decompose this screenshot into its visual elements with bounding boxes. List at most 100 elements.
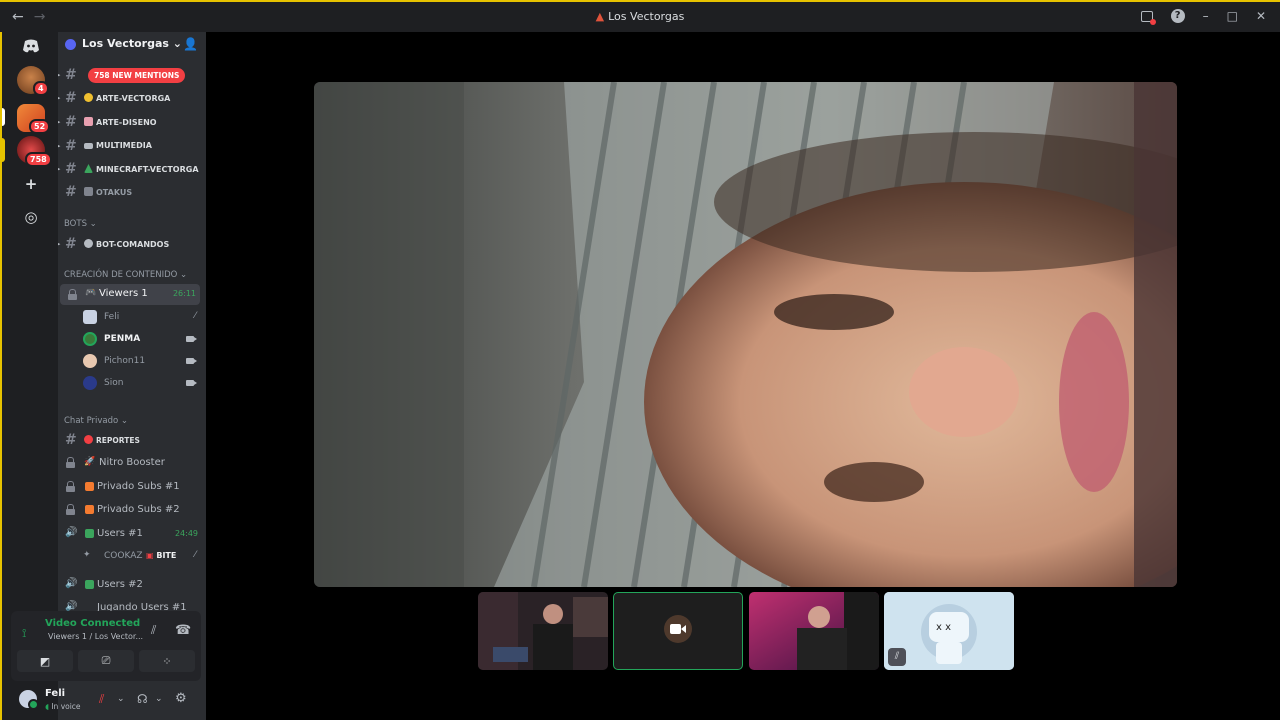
disconnect-icon[interactable]: ☎ xyxy=(175,623,191,638)
gear-icon[interactable]: ⚙ xyxy=(175,691,187,706)
category-bots[interactable]: BOTS ⌄ xyxy=(64,219,97,229)
voice-timer: 26:11 xyxy=(172,289,196,298)
rocket-emoji-icon: 🚀 xyxy=(84,457,96,467)
user-tag: ▣ BITE xyxy=(146,551,177,560)
video-tile-1[interactable] xyxy=(478,592,608,670)
camera-icon xyxy=(670,624,686,634)
caret-icon: ▶ xyxy=(58,118,60,126)
channel-label: BOT-COMANDOS xyxy=(84,239,169,249)
no-entry-emoji-icon xyxy=(84,435,93,444)
video-tile-2[interactable] xyxy=(613,592,743,670)
hash-icon: # xyxy=(65,67,77,83)
maximize-button[interactable]: □ xyxy=(1227,9,1238,23)
add-server-icon[interactable]: + xyxy=(21,174,41,194)
screen-share-button[interactable]: ⎚ xyxy=(78,650,134,672)
channel-arte-vectorga[interactable]: ▶ # ARTE-VECTORGA xyxy=(58,88,206,108)
hash-icon: # xyxy=(65,432,77,448)
discord-home-icon[interactable] xyxy=(19,36,43,56)
voice-user-pichon11[interactable]: Pichon11 xyxy=(58,352,206,372)
camera-off-button[interactable]: ◩ xyxy=(17,650,73,672)
main-video-feed[interactable] xyxy=(314,82,1177,587)
mic-options-chevron-icon[interactable]: ⌄ xyxy=(117,694,125,704)
user-emoji-icon: ✦ xyxy=(83,550,91,560)
title-bar: ← → ▲ Los Vectorgas ? – □ ✕ xyxy=(0,0,1280,32)
emoji-icon xyxy=(84,187,93,196)
camera-icon xyxy=(186,358,197,364)
channel-bot-comandos[interactable]: ▶ # BOT-COMANDOS xyxy=(58,234,206,254)
new-mentions-pill[interactable]: 758 NEW MENTIONS xyxy=(88,68,186,83)
window-title-wrap: ▲ Los Vectorgas xyxy=(0,10,1280,23)
bot-emoji-icon xyxy=(84,239,93,248)
voice-status-title[interactable]: Video Connected xyxy=(45,618,140,629)
green-square-icon xyxy=(85,529,94,538)
green-square-icon xyxy=(85,580,94,589)
activities-icon: ⁘ xyxy=(162,654,172,668)
signal-icon: ⟟ xyxy=(22,626,27,640)
mic-muted-icon[interactable]: ⫽ xyxy=(99,692,104,707)
orange-square-icon xyxy=(85,482,94,491)
active-server-pill xyxy=(2,138,5,162)
channel-users-1[interactable]: 🔊 Users #1 24:49 xyxy=(58,524,206,544)
add-member-icon[interactable]: 👤 xyxy=(183,37,198,51)
chevron-down-icon: ⌄ xyxy=(172,37,182,50)
emoji-icon xyxy=(84,117,93,126)
category-chat-privado[interactable]: Chat Privado ⌄ xyxy=(64,416,128,426)
hash-icon: # xyxy=(65,161,77,177)
channel-reportes[interactable]: # REPORTES xyxy=(58,430,206,450)
channel-label: ARTE-VECTORGA xyxy=(84,93,170,103)
tree-emoji-icon xyxy=(84,164,93,173)
channel-label: ARTE-DISENO xyxy=(84,117,157,127)
lock-icon xyxy=(66,457,75,468)
avatar[interactable] xyxy=(19,690,39,710)
channel-minecraft-vectorga[interactable]: ▶ # MINECRAFT-VECTORGA xyxy=(58,159,206,179)
headphones-icon[interactable]: ☊ xyxy=(137,692,148,706)
voice-user-feli[interactable]: Feli ⁄ xyxy=(58,308,206,328)
voice-status-icon: ◖ xyxy=(45,702,49,711)
caret-icon: ▶ xyxy=(58,71,60,79)
channel-privado-subs-1[interactable]: Privado Subs #1 xyxy=(58,477,206,497)
channel-nitro-booster[interactable]: 🚀 Nitro Booster xyxy=(58,453,206,473)
video-tile-3[interactable] xyxy=(749,592,879,670)
channel-users-2[interactable]: 🔊 Users #2 xyxy=(58,575,206,595)
guild-name: Los Vectorgas ⌄ xyxy=(82,37,182,50)
inbox-icon[interactable] xyxy=(1140,10,1156,25)
minimize-button[interactable]: – xyxy=(1203,9,1209,23)
explore-icon[interactable]: ◎ xyxy=(21,207,41,227)
voice-user-penma[interactable]: PENMA xyxy=(58,330,206,350)
channel-multimedia[interactable]: ▶ # MULTIMEDIA xyxy=(58,136,206,156)
emoji-icon xyxy=(84,93,93,102)
caret-icon: ▶ xyxy=(58,165,60,173)
video-frame xyxy=(314,82,1177,587)
video-tile-4[interactable]: x x ⫽ xyxy=(884,592,1014,670)
user-name: Feli xyxy=(104,312,120,322)
channel-privado-subs-2[interactable]: Privado Subs #2 xyxy=(58,500,206,520)
noise-suppression-icon[interactable]: ⫽ xyxy=(151,623,156,638)
guild-header[interactable]: Los Vectorgas ⌄ 👤 xyxy=(58,32,206,58)
voice-user-sion[interactable]: Sion xyxy=(58,374,206,394)
channel-otakus[interactable]: # OTAKUS xyxy=(58,182,206,202)
voice-user-cookaz[interactable]: ✦ COOKAZ ▣ BITE ⁄ xyxy=(58,547,206,567)
close-button[interactable]: ✕ xyxy=(1256,9,1266,23)
emoji-icon xyxy=(84,143,93,149)
audio-options-chevron-icon[interactable]: ⌄ xyxy=(155,694,163,704)
lock-icon xyxy=(68,289,77,300)
camera-icon xyxy=(186,336,197,342)
orange-square-icon xyxy=(85,505,94,514)
voice-channel-viewers[interactable]: 🎮 Viewers 1 26:11 xyxy=(60,284,200,305)
help-icon[interactable]: ? xyxy=(1170,9,1185,23)
profile-badge: 4 xyxy=(33,81,49,96)
server-pill xyxy=(2,108,5,126)
server1-badge: 52 xyxy=(29,119,51,134)
channel-label: Users #2 xyxy=(97,579,143,590)
voice-timer: 24:49 xyxy=(174,529,198,538)
activities-button[interactable]: ⁘ xyxy=(139,650,195,672)
category-creacion[interactable]: CREACIÓN DE CONTENIDO ⌄ xyxy=(64,270,187,280)
screen-share-icon: ⎚ xyxy=(101,654,111,667)
hash-icon: # xyxy=(65,114,77,130)
channel-label: MULTIMEDIA xyxy=(84,141,152,150)
avatar xyxy=(83,354,97,368)
mic-muted-icon: ⫽ xyxy=(888,648,906,666)
channel-arte-diseno[interactable]: ▶ # ARTE-DISENO xyxy=(58,112,206,132)
voice-status-subtitle[interactable]: Viewers 1 / Los Vector... xyxy=(48,632,143,641)
user-panel: Feli ◖ In voice ⫽ ⌄ ☊ ⌄ ⚙ xyxy=(11,682,201,720)
